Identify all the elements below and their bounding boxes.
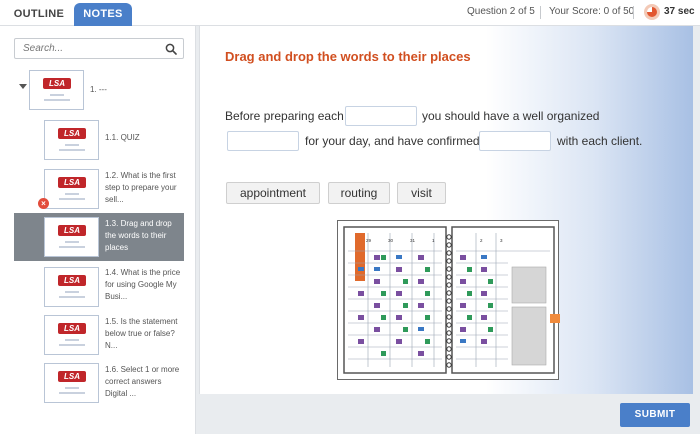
slide-thumbnail: LSA [44, 217, 99, 257]
word-routing[interactable]: routing [328, 182, 390, 204]
lsa-logo: LSA [58, 275, 86, 286]
sentence-text: you should have a well organized [422, 109, 600, 123]
outline-item[interactable]: LSA 1.5. Is the statement below true or … [14, 313, 184, 359]
tab-notes[interactable]: NOTES [74, 3, 132, 26]
lsa-logo: LSA [58, 225, 86, 236]
word-visit[interactable]: visit [397, 182, 446, 204]
tab-outline[interactable]: OUTLINE [8, 3, 70, 26]
sentence-text: with each client. [557, 134, 643, 148]
slide-thumbnail: LSA [44, 363, 99, 403]
outline-item[interactable]: LSA × 1.2. What is the first step to pre… [14, 167, 184, 213]
outline-item[interactable]: LSA 1.6. Select 1 or more correct answer… [14, 361, 184, 407]
outline-item-label: 1.5. Is the statement below true or fals… [105, 317, 178, 350]
search-input[interactable]: Search... [14, 38, 184, 59]
slide-title: Drag and drop the words to their places [225, 49, 471, 64]
timer-icon [644, 4, 660, 20]
slide-thumbnail: LSA [44, 267, 99, 307]
outline-item[interactable]: LSA 1.1. QUIZ [14, 118, 184, 164]
divider [633, 6, 634, 19]
word-appointment[interactable]: appointment [226, 182, 320, 204]
lsa-logo: LSA [58, 371, 86, 382]
slide-canvas: Drag and drop the words to their places … [199, 26, 693, 394]
svg-text:29: 29 [366, 238, 372, 243]
slide-thumbnail: LSA [29, 70, 84, 110]
outline-item-label: 1.6. Select 1 or more correct answers Di… [105, 365, 180, 398]
planner-image: 29 30 31 1 23 [337, 220, 560, 380]
caret-down-icon[interactable] [19, 84, 27, 89]
outline-item-label: 1.2. What is the first step to prepare y… [105, 171, 177, 204]
timer-display: 37 sec [664, 6, 695, 17]
score-display: Your Score: 0 of 50 [549, 6, 635, 17]
outline-item-label: 1.4. What is the price for using Google … [105, 268, 181, 301]
lsa-logo: LSA [43, 78, 71, 89]
sentence-text: Before preparing each [225, 109, 344, 123]
svg-text:30: 30 [388, 238, 394, 243]
drop-zone-1[interactable] [345, 106, 417, 126]
error-icon: × [38, 198, 49, 209]
question-counter: Question 2 of 5 [467, 6, 535, 17]
top-bar: OUTLINE NOTES Question 2 of 5 Your Score… [0, 0, 700, 26]
divider [540, 6, 541, 19]
search-icon[interactable] [165, 43, 177, 55]
sidebar: Search... LSA 1. --- LSA 1.1. QUIZ LSA ×… [0, 26, 196, 434]
outline-item-label: 1.3. Drag and drop the words to their pl… [105, 219, 172, 252]
svg-text:31: 31 [410, 238, 416, 243]
lsa-logo: LSA [58, 323, 86, 334]
outline-item[interactable]: LSA 1.4. What is the price for using Goo… [14, 265, 184, 311]
drop-zone-2[interactable] [227, 131, 299, 151]
slide-thumbnail: LSA [44, 169, 99, 209]
outline-section[interactable]: LSA 1. --- [14, 70, 184, 116]
lsa-logo: LSA [58, 177, 86, 188]
slide-thumbnail: LSA [44, 120, 99, 160]
drop-zone-3[interactable] [479, 131, 551, 151]
lsa-logo: LSA [58, 128, 86, 139]
search-placeholder: Search... [23, 43, 64, 54]
submit-button[interactable]: SUBMIT [620, 403, 690, 427]
sentence-text: for your day, and have confirmed [305, 134, 480, 148]
slide-thumbnail: LSA [44, 315, 99, 355]
outline-item-selected[interactable]: LSA 1.3. Drag and drop the words to thei… [14, 213, 184, 261]
